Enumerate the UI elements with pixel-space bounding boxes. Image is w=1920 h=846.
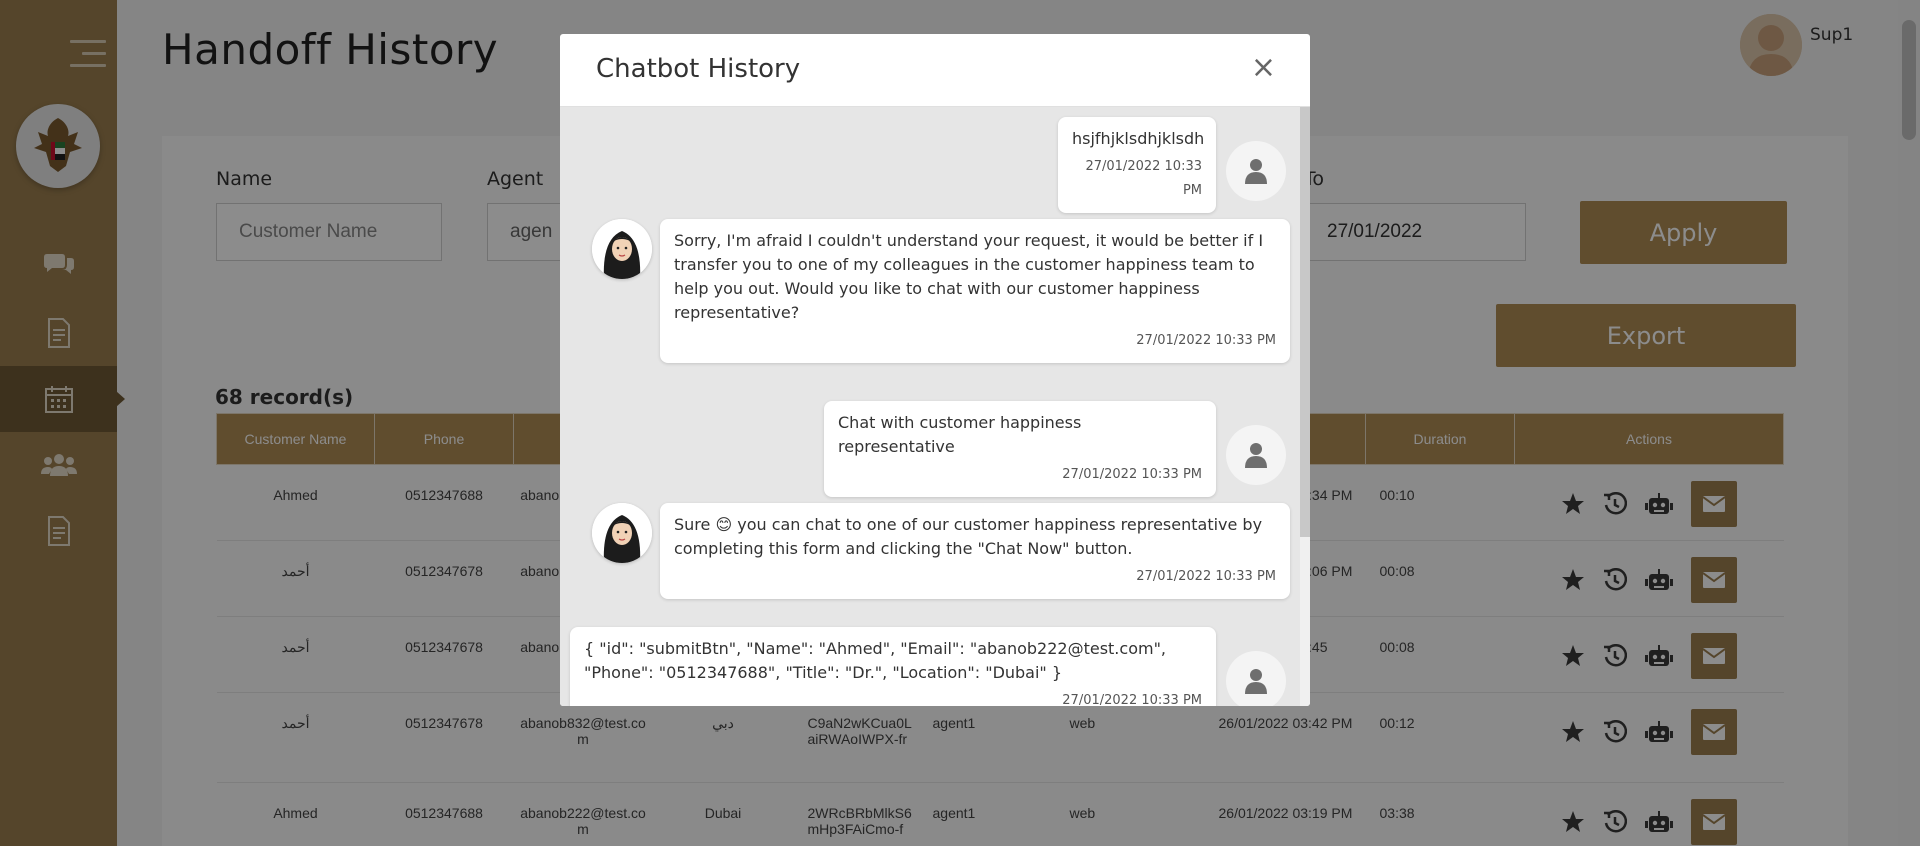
message-text: Chat with customer happiness representat… xyxy=(838,413,1082,456)
user-message: { "id": "submitBtn", "Name": "Ahmed", "E… xyxy=(570,627,1216,706)
close-icon[interactable]: × xyxy=(1251,50,1276,85)
modal-title: Chatbot History xyxy=(596,54,801,84)
message-time: 27/01/2022 10:33 PM xyxy=(1085,159,1202,198)
message-text: { "id": "submitBtn", "Name": "Ahmed", "E… xyxy=(584,639,1167,682)
user-avatar-icon xyxy=(1226,651,1286,706)
chat-scrollbar[interactable] xyxy=(1300,107,1310,706)
message-time: 27/01/2022 10:33 PM xyxy=(1136,333,1276,348)
bot-avatar xyxy=(592,503,652,563)
user-message: Chat with customer happiness representat… xyxy=(824,401,1216,497)
message-text: Sure 😊 you can chat to one of our custom… xyxy=(674,515,1263,558)
message-text: Sorry, I'm afraid I couldn't understand … xyxy=(674,231,1264,322)
message-text: hsjfhjklsdhjklsdh xyxy=(1072,129,1205,148)
user-avatar-icon xyxy=(1226,141,1286,201)
message-time: 27/01/2022 10:33 PM xyxy=(1062,467,1202,482)
modal-header: Chatbot History × xyxy=(560,34,1310,107)
bot-avatar xyxy=(592,219,652,279)
user-message: hsjfhjklsdhjklsdh 27/01/2022 10:33 PM xyxy=(1058,117,1216,213)
message-time: 27/01/2022 10:33 PM xyxy=(1062,693,1202,706)
chatbot-history-modal: Chatbot History × hsjfhjklsdhjklsdh 27/01… xyxy=(560,34,1310,706)
bot-message: Sorry, I'm afraid I couldn't understand … xyxy=(660,219,1290,363)
user-avatar-icon xyxy=(1226,425,1286,485)
chat-transcript: hsjfhjklsdhjklsdh 27/01/2022 10:33 PM Sorr… xyxy=(560,107,1300,706)
message-time: 27/01/2022 10:33 PM xyxy=(1136,569,1276,584)
bot-message: Sure 😊 you can chat to one of our custom… xyxy=(660,503,1290,599)
